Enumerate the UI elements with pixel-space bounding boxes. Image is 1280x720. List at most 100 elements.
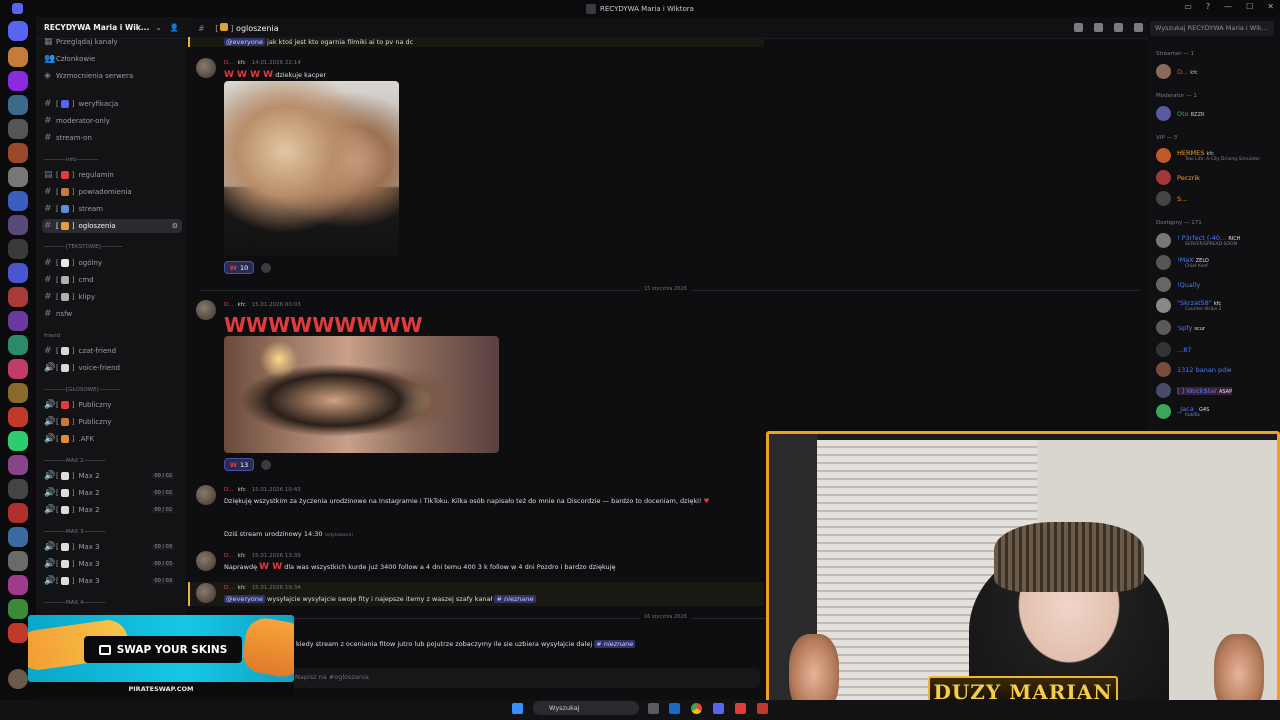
- channel-publiczny[interactable]: 🔊[] Publiczny: [44, 398, 180, 412]
- category-max3[interactable]: ————MAX 3————: [44, 529, 180, 539]
- add-reaction-icon[interactable]: [261, 460, 271, 470]
- everyone-mention[interactable]: @everyone: [224, 38, 265, 46]
- server-icon[interactable]: [8, 311, 28, 331]
- server-icon[interactable]: [8, 239, 28, 259]
- member-avatar[interactable]: [1156, 320, 1171, 335]
- member-name[interactable]: ! P3rfect (-40... RICH: [1177, 234, 1241, 242]
- member-avatar[interactable]: [1156, 106, 1171, 121]
- members-item[interactable]: 👥 Członkowie: [44, 52, 180, 66]
- voice-channel-max3[interactable]: 🔊[] Max 3 00 / 03: [44, 557, 180, 571]
- browse-channels[interactable]: ▦ Przeglądaj kanały: [44, 35, 180, 49]
- member-name[interactable]: S...: [1177, 195, 1187, 203]
- channel-voice-friend[interactable]: 🔊[] voice-friend: [44, 361, 180, 375]
- channel-afk[interactable]: 🔊[] .AFK: [44, 432, 180, 446]
- server-boosts-item[interactable]: ◈ Wzmocnienia serwera: [44, 69, 180, 83]
- member-name[interactable]: Oto BZZR: [1177, 110, 1205, 118]
- category-info[interactable]: ————info————: [44, 157, 180, 167]
- server-icon[interactable]: [8, 431, 28, 451]
- steam-icon[interactable]: [669, 703, 680, 714]
- message-author[interactable]: D... kfc 14.01.2026 22:14: [224, 60, 301, 66]
- minimize-button[interactable]: —: [1224, 2, 1232, 11]
- category-max4[interactable]: ————MAX 4————: [44, 600, 180, 610]
- server-icon[interactable]: [8, 359, 28, 379]
- voice-channel-max2[interactable]: 🔊[] Max 2 00 / 02: [44, 469, 180, 483]
- avatar[interactable]: [196, 551, 216, 571]
- user-avatar[interactable]: [8, 669, 28, 689]
- member-avatar[interactable]: [1156, 170, 1171, 185]
- add-reaction-icon[interactable]: [261, 263, 271, 273]
- server-icon[interactable]: [8, 599, 28, 619]
- taskbar-search[interactable]: Wyszukaj: [533, 701, 639, 715]
- avatar[interactable]: [196, 583, 216, 603]
- help-icon[interactable]: ?: [1206, 2, 1210, 11]
- message-author[interactable]: D... kfc 15.01.2026 13:39: [224, 553, 301, 559]
- app-icon[interactable]: [735, 703, 746, 714]
- server-icon[interactable]: [8, 47, 28, 67]
- server-icon[interactable]: [8, 95, 28, 115]
- server-icon[interactable]: [8, 143, 28, 163]
- server-icon[interactable]: [8, 383, 28, 403]
- server-icon[interactable]: [8, 551, 28, 571]
- channel-stream[interactable]: #[] stream: [44, 202, 180, 216]
- attached-image[interactable]: [224, 81, 399, 256]
- ad-url[interactable]: PIRATESWAP.COM: [28, 682, 294, 696]
- settings-icon[interactable]: ⚙: [172, 222, 178, 230]
- start-icon[interactable]: [512, 703, 523, 714]
- message-author[interactable]: D... kfc 15.01.2026 10:43: [224, 487, 301, 493]
- server-icon[interactable]: [8, 575, 28, 595]
- chrome-icon[interactable]: [691, 703, 702, 714]
- voice-channel-max2[interactable]: 🔊[] Max 2 00 / 02: [44, 486, 180, 500]
- channel-ogolny[interactable]: #[] ogólny: [44, 256, 180, 270]
- inbox-icon[interactable]: ▭: [1184, 2, 1192, 11]
- channel-link[interactable]: # nieznane: [494, 595, 536, 603]
- server-icon[interactable]: [8, 503, 28, 523]
- category-tekstowe[interactable]: ————[TEKSTOWE]————: [44, 244, 180, 254]
- server-icon[interactable]: [8, 623, 28, 643]
- server-icon[interactable]: [8, 407, 28, 427]
- maximize-button[interactable]: ☐: [1246, 2, 1253, 11]
- member-name[interactable]: HERMES kfc: [1177, 149, 1214, 157]
- server-icon[interactable]: [8, 287, 28, 307]
- member-avatar[interactable]: [1156, 64, 1171, 79]
- category-friend[interactable]: friend: [44, 333, 180, 343]
- member-avatar[interactable]: [1156, 148, 1171, 163]
- channel-publiczny[interactable]: 🔊[] Publiczny: [44, 415, 180, 429]
- channel-powiadomienia[interactable]: #[] powiadomienia: [44, 185, 180, 199]
- server-icon[interactable]: [8, 215, 28, 235]
- voice-channel-max3[interactable]: 🔊[] Max 3 00 / 03: [44, 574, 180, 588]
- member-avatar[interactable]: [1156, 404, 1171, 419]
- member-name[interactable]: Peczrik: [1177, 174, 1200, 182]
- member-avatar[interactable]: [1156, 191, 1171, 206]
- member-avatar[interactable]: [1156, 298, 1171, 313]
- member-name[interactable]: [ ] Wock$tar ASAP: [1177, 387, 1233, 395]
- member-avatar[interactable]: [1156, 233, 1171, 248]
- server-icon[interactable]: [8, 479, 28, 499]
- channel-ogloszenia[interactable]: #[] ogloszenia ⚙: [42, 219, 182, 233]
- channel-klipy[interactable]: #[] klipy: [44, 290, 180, 304]
- channel-regulamin[interactable]: ▤[] regulamin: [44, 168, 180, 182]
- channel-czat-friend[interactable]: #[] czat-friend: [44, 344, 180, 358]
- member-name[interactable]: ...87: [1177, 346, 1191, 354]
- member-name[interactable]: 'spfy scur: [1177, 324, 1205, 332]
- channel-link[interactable]: # nieznane: [594, 640, 636, 648]
- member-name[interactable]: D... kfc: [1177, 68, 1198, 76]
- member-list-icon[interactable]: [1134, 23, 1143, 32]
- channel-nsfw[interactable]: # nsfw: [44, 307, 180, 321]
- search-input[interactable]: Wyszukaj RECYDYWA Maria i Wik...: [1150, 21, 1274, 36]
- app-icon[interactable]: [757, 703, 768, 714]
- member-name[interactable]: 1312 banan pdw: [1177, 366, 1232, 374]
- channel-weryfikacja[interactable]: #[] weryfikacja: [44, 97, 180, 111]
- member-avatar[interactable]: [1156, 277, 1171, 292]
- channel-moderator-only[interactable]: # moderator-only: [44, 114, 180, 128]
- reaction-button[interactable]: W 10: [224, 261, 254, 274]
- server-icon[interactable]: [8, 191, 28, 211]
- server-icon[interactable]: [8, 263, 28, 283]
- voice-channel-max2[interactable]: 🔊[] Max 2 00 / 02: [44, 503, 180, 517]
- avatar[interactable]: [196, 58, 216, 78]
- member-avatar[interactable]: [1156, 342, 1171, 357]
- category-max2[interactable]: ————MAX 2————: [44, 458, 180, 468]
- channel-cmd[interactable]: #[] cmd: [44, 273, 180, 287]
- task-view-icon[interactable]: [648, 703, 659, 714]
- everyone-mention[interactable]: @everyone: [224, 595, 265, 603]
- server-icon[interactable]: [8, 119, 28, 139]
